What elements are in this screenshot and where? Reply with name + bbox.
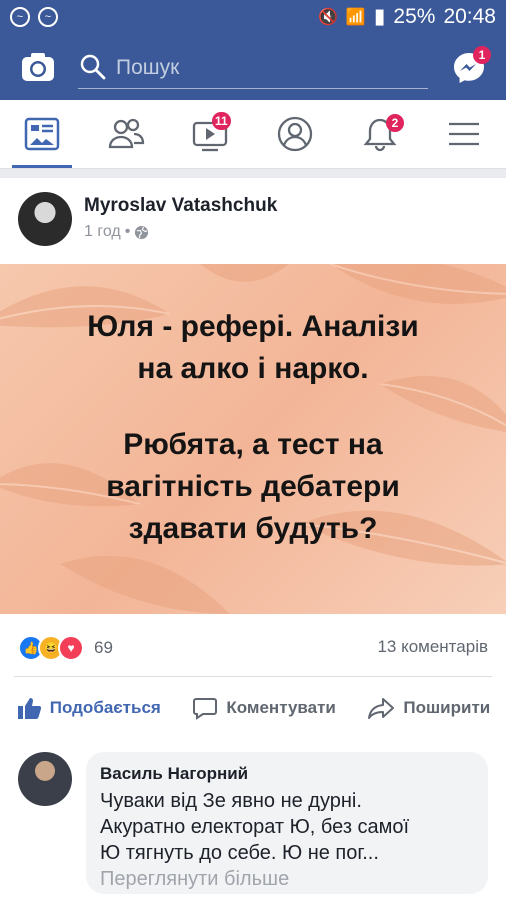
author-avatar[interactable] (18, 192, 72, 246)
wifi-icon: 📶 (345, 8, 366, 26)
like-button[interactable]: Подобається (16, 695, 161, 721)
post-card: Myroslav Vatashchuk 1 год • Юля - рефері… (0, 178, 506, 758)
tab-news-feed[interactable] (12, 114, 72, 168)
caption-line: здавати будуть? (128, 512, 378, 545)
tab-profile[interactable] (275, 114, 315, 154)
globe-icon (135, 225, 149, 239)
messenger-notification-icon: ~ (10, 7, 30, 27)
camera-icon[interactable] (20, 49, 56, 85)
thumbs-up-icon (17, 698, 41, 719)
comment-line: Ю тягнуть до себе. Ю не пог... (100, 842, 379, 864)
messenger-button[interactable]: 1 (451, 46, 491, 86)
commenter-avatar[interactable] (18, 752, 72, 806)
caption-line: Юля - рефері. Аналізи (87, 310, 419, 343)
nav-bar: 11 2 (0, 100, 506, 169)
see-more-link[interactable]: Переглянути більше (100, 866, 480, 892)
search-input[interactable]: Пошук (78, 46, 428, 89)
status-bar: ~ ~ 🔇 📶 ▮ 25% 20:48 (0, 0, 506, 34)
top-bar: Пошук 1 (0, 34, 506, 100)
comment-icon (193, 698, 218, 720)
caption-line: Рюбята, а тест на (123, 428, 383, 461)
post-actions: Подобається Коментувати Поширити (0, 688, 506, 728)
comment-line: Чуваки від Зе явно не дурні. (100, 790, 362, 812)
messenger-badge: 1 (473, 46, 491, 64)
battery-level: 25% (393, 4, 436, 28)
news-feed-icon (24, 117, 60, 151)
comment-bubble[interactable]: Василь Нагорний Чуваки від Зе явно не ду… (86, 752, 488, 894)
profile-icon (277, 116, 313, 152)
reactions-summary[interactable]: 👍 😆 ♥ 69 (18, 635, 113, 661)
like-label: Подобається (49, 698, 161, 717)
post-image[interactable]: Юля - рефері. Аналізи на алко і нарко. Р… (0, 264, 506, 614)
author-name[interactable]: Myroslav Vatashchuk (84, 195, 277, 217)
caption-line: вагітність дебатери (106, 470, 400, 503)
comment-text: Чуваки від Зе явно не дурні. Акуратно ел… (100, 788, 480, 892)
friends-icon (108, 118, 145, 149)
video-badge: 11 (212, 112, 231, 130)
mute-icon: 🔇 (318, 8, 338, 26)
comment-line: Акуратно електорат Ю, без самої (100, 816, 410, 838)
tab-friends[interactable] (106, 114, 146, 154)
messenger-notification-icon: ~ (38, 7, 58, 27)
comments-count[interactable]: 13 коментарів (377, 637, 488, 657)
share-icon (368, 698, 395, 719)
post-meta: 1 год • (84, 223, 149, 241)
caption-line: на алко і нарко. (137, 352, 369, 385)
search-icon (80, 54, 106, 80)
menu-icon (449, 122, 479, 146)
comment-button[interactable]: Коментувати (192, 695, 336, 721)
tab-notifications[interactable]: 2 (360, 114, 404, 154)
comment-item: Василь Нагорний Чуваки від Зе явно не ду… (0, 740, 506, 900)
share-label: Поширити (403, 698, 491, 717)
commenter-name[interactable]: Василь Нагорний (100, 764, 248, 784)
share-button[interactable]: Поширити (367, 695, 490, 721)
divider (14, 676, 492, 677)
post-time[interactable]: 1 год (84, 223, 121, 241)
tab-menu[interactable] (444, 114, 484, 154)
battery-icon: ▮ (373, 5, 386, 28)
clock: 20:48 (443, 4, 496, 28)
notifications-badge: 2 (386, 114, 404, 132)
reactions-count: 69 (94, 638, 113, 657)
tab-watch[interactable]: 11 (190, 112, 231, 154)
search-placeholder: Пошук (116, 56, 180, 79)
separator-dot: • (124, 223, 131, 240)
love-reaction-icon: ♥ (58, 635, 84, 661)
comment-label: Коментувати (226, 698, 336, 717)
image-caption: Юля - рефері. Аналізи на алко і нарко. Р… (20, 306, 486, 550)
